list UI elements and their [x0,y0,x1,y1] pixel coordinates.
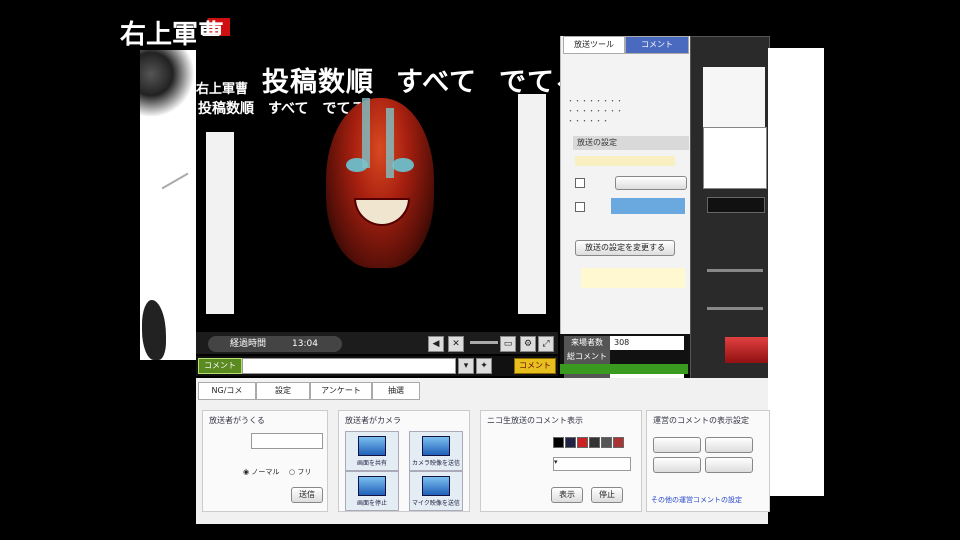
group-comment-display: ニコ生放送のコメント表示 ▾ 表示 停止 [480,410,642,512]
tile-send-mic[interactable]: マイク映像を送信 [409,471,463,511]
slider-1[interactable] [707,269,763,272]
camera-icon [422,436,450,456]
caption-part-1: 投稿数順 [262,67,374,98]
display-dropdown[interactable]: ▾ [553,457,631,471]
fullscreen-icon[interactable]: ⤢ [538,336,554,352]
elapsed-time: 経過時間 13:04 [208,336,342,352]
color-swatch[interactable] [565,437,576,448]
video-left-bar [206,132,234,314]
screen-icon [358,436,386,456]
art-stroke [161,172,189,190]
broadcast-tool-panel: 放送ツール コメント ・・・・・・・・ ・・・・・・・・ ・・・・・・ 放送の設… [560,36,691,336]
color-swatch[interactable] [589,437,600,448]
tab-lottery[interactable]: 抽選 [372,382,420,400]
screen-stop-icon [358,476,386,496]
tab-broadcast-tool[interactable]: 放送ツール [563,36,625,54]
color-swatch[interactable] [553,437,564,448]
video-right-bar [518,94,546,314]
comment-mode-button[interactable]: コメント [198,358,242,374]
official-btn-4[interactable] [705,457,753,473]
group-camera: 放送者がカメラ 画面を共有 カメラ映像を送信 画面を停止 マイク映像を送信 [338,410,470,512]
settings-list[interactable] [703,127,767,189]
face-image [326,98,434,268]
settings-icon[interactable]: ⚙ [520,336,536,352]
left-artwork [140,50,196,360]
face-eye-right [392,158,414,172]
comments-row: 総コメント数450 [564,350,688,378]
face-stripe [362,98,370,168]
group1-input[interactable] [251,433,323,449]
twitter-icon[interactable]: ✦ [476,358,492,374]
group1-send-button[interactable]: 送信 [291,487,323,503]
checkbox-2[interactable] [575,202,585,212]
video-subtitle-1: 右上軍曹 [196,82,249,97]
floating-settings-window [690,36,770,388]
tab-settings[interactable]: 設定 [256,382,310,400]
section-broadcast-settings: 放送の設定 [573,136,689,150]
group-official-comments: 運営のコメントの表示設定 その他の運営コメントの設定 [646,410,770,512]
option-button-1[interactable] [615,176,687,190]
group4-title: 運営のコメントの表示設定 [653,416,749,425]
official-btn-1[interactable] [653,437,701,453]
art-figure [142,300,166,360]
viewers-value: 308 [610,336,684,350]
group2-title: 放送者がカメラ [345,416,401,425]
official-settings-link[interactable]: その他の運営コメントの設定 [651,495,742,505]
group3-title: ニコ生放送のコメント表示 [487,416,583,425]
background-panel [768,48,824,496]
comment-send-button[interactable]: コメント [514,358,556,374]
change-settings-button[interactable]: 放送の設定を変更する [575,240,675,256]
tab-survey[interactable]: アンケート [310,382,372,400]
mic-icon [422,476,450,496]
group1-title: 放送者がうくる [209,416,265,425]
elapsed-time-label: 経過時間 [230,339,267,349]
color-swatch[interactable] [613,437,624,448]
display-button[interactable]: 表示 [551,487,583,503]
record-indicator [725,337,769,363]
color-swatch[interactable] [601,437,612,448]
tile-send-camera[interactable]: カメラ映像を送信 [409,431,463,471]
rewind-icon[interactable]: ◀ [428,336,444,352]
face-mouth [354,198,410,226]
group-broadcaster: 放送者がうくる ◉ ノーマル ○ フリ 送信 [202,410,328,512]
tab-ng-comment[interactable]: NG/コメ [198,382,256,400]
notice-row [575,156,675,166]
tile-share-screen[interactable]: 画面を共有 [345,431,399,471]
comment-input[interactable] [242,358,456,374]
viewers-row: 来場者数 308 [564,336,688,350]
tab-comment[interactable]: コメント [625,36,689,54]
command-icon[interactable]: ▾ [458,358,474,374]
viewers-label: 来場者数 [564,336,610,350]
elapsed-time-value: 13:04 [292,339,318,349]
caption-part-2: すべて [396,67,478,98]
radio-free[interactable]: ○ フリ [289,467,311,477]
official-btn-3[interactable] [653,457,701,473]
volume-slider[interactable] [470,341,498,344]
slider-2[interactable] [707,307,763,310]
art-blob [140,50,196,130]
status-strip [560,364,688,374]
color-swatch[interactable] [577,437,588,448]
bottom-control-panel: NG/コメ 設定 アンケート 抽選 放送者がうくる ◉ ノーマル ○ フリ 送信… [196,378,770,524]
warning-note [581,268,685,288]
dropdown[interactable] [707,197,765,213]
checkbox-1[interactable] [575,178,585,188]
radio-normal[interactable]: ◉ ノーマル [243,467,279,477]
info-text: ・・・・・・・・ ・・・・・・・・ ・・・・・・ [567,97,623,125]
official-btn-2[interactable] [705,437,753,453]
stop-display-button[interactable]: 停止 [591,487,623,503]
comment-toggle-icon[interactable]: ▭ [500,336,516,352]
mute-icon[interactable]: ✕ [448,336,464,352]
selected-option[interactable] [611,198,685,214]
tile-stop-screen[interactable]: 画面を停止 [345,471,399,511]
face-stripe [386,108,394,178]
